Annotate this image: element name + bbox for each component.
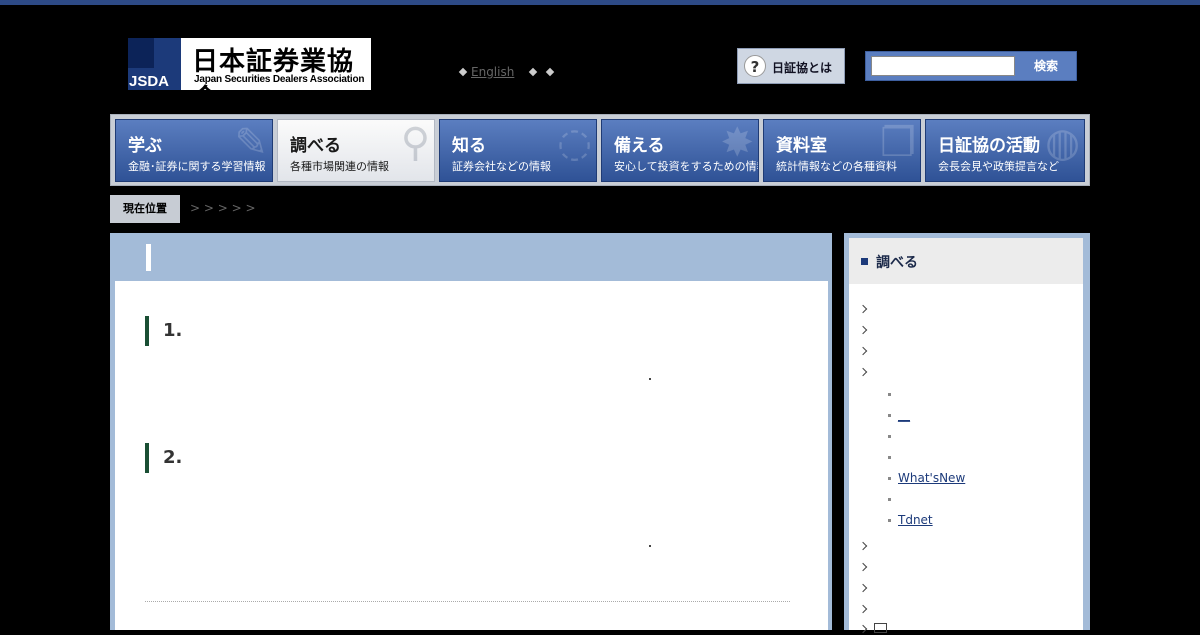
sidebar-item[interactable] [858,580,868,594]
chevron-right-icon [858,541,868,551]
sidebar-subitem[interactable] [888,492,898,506]
new-window-icon [874,623,887,633]
bullet-icon [458,67,468,77]
nav-item-subtitle: 安心して投資をするための情報 [614,160,759,173]
nav-item-subtitle: 金融･証券に関する学習情報 [128,160,266,173]
logo-org-name-en: Japan Securities Dealers Association [194,74,365,85]
sidebar-item[interactable] [858,559,868,573]
language-links: English [458,65,558,79]
sidebar-subitem[interactable] [888,387,898,401]
bullet-icon [528,67,538,77]
nav-item-know[interactable]: ◌ 知る 証券会社などの情報 [439,119,597,182]
nav-item-title: 日証協の活動 [938,136,1040,156]
nav-item-title: 資料室 [776,136,827,156]
sidebar-subitem-whatsnew[interactable]: What'sNew [888,471,965,485]
nav-item-subtitle: 会長会見や政策提言など [938,160,1059,173]
sidebar-item[interactable] [858,538,868,552]
chevron-right-icon [858,562,868,572]
nav-item-subtitle: 各種市場関連の情報 [290,160,389,173]
sidebar-item[interactable] [858,364,868,378]
sidebar-panel: 調べる __ What'sNew Tdnet [849,238,1083,634]
global-nav: ✎ 学ぶ 金融･証券に関する学習情報 ⚲ 調べる 各種市場関連の情報 ◌ 知る … [110,114,1090,186]
nav-item-activities[interactable]: ◍ 日証協の活動 会長会見や政策提言など [925,119,1085,182]
chevron-right-icon [858,624,868,634]
sidebar: 調べる __ What'sNew Tdnet [844,233,1090,634]
bullet-icon [888,498,891,501]
logo-abbr: JSDA [129,73,170,90]
chevron-right-icon [858,346,868,356]
bullet-icon [888,477,891,480]
question-icon: ? [744,55,766,77]
nav-item-title: 備える [614,136,665,156]
sidebar-item[interactable] [858,601,868,615]
breadcrumb-label: 現在位置 [110,195,180,223]
sidebar-subitem[interactable] [888,429,898,443]
logo-mark: JSDA [128,38,181,90]
sidebar-item[interactable] [858,301,868,315]
magnifier-icon: ⚲ [400,120,430,166]
section-heading-2: 2. [145,443,182,473]
nav-item-title: 知る [452,136,486,156]
square-icon [861,258,868,265]
about-jsda-label: 日証協とは [772,61,833,75]
sidebar-subitem[interactable]: __ [888,408,910,422]
tiny-mark [649,378,651,380]
sidebar-subitem-link[interactable]: __ [898,408,910,422]
tiny-mark [649,545,651,547]
search-button[interactable]: 検索 [1016,52,1076,80]
nav-item-title: 学ぶ [128,136,162,156]
nav-item-title: 調べる [290,136,341,156]
nav-item-subtitle: 統計情報などの各種資料 [776,160,897,173]
whatsnew-link[interactable]: What'sNew [898,471,965,485]
sidebar-subitem[interactable] [888,450,898,464]
top-accent-bar [0,0,1200,5]
nav-item-research[interactable]: ⚲ 調べる 各種市場関連の情報 [277,119,435,182]
main-content: 1. 2. [110,233,832,630]
chevron-right-icon [858,583,868,593]
nav-item-prepare[interactable]: ✸ 備える 安心して投資をするための情報 [601,119,759,182]
section-heading-1: 1. [145,316,182,346]
breadcrumb-path[interactable]: > > > > > [190,201,256,215]
chevron-right-icon [858,367,868,377]
divider [145,601,790,602]
page-title-bar [110,233,832,281]
bullet-icon [888,435,891,438]
sidebar-item[interactable] [858,322,868,336]
bullet-icon [545,67,555,77]
sidebar-header: 調べる [849,238,1083,284]
nav-item-learn[interactable]: ✎ 学ぶ 金融･証券に関する学習情報 [115,119,273,182]
nav-item-subtitle: 証券会社などの情報 [452,160,551,173]
site-search: 検索 [865,51,1077,81]
sidebar-subitem-tdnet[interactable]: Tdnet [888,513,933,527]
bullet-icon [888,393,891,396]
title-accent [146,244,151,271]
tdnet-link[interactable]: Tdnet [898,513,933,527]
sidebar-item[interactable] [858,343,868,357]
bullet-icon [888,456,891,459]
content-body: 1. 2. [115,281,828,630]
nav-item-library[interactable]: ❐ 資料室 統計情報などの各種資料 [763,119,921,182]
chevron-right-icon [858,604,868,614]
sidebar-title: 調べる [876,255,918,271]
speech-bubble-icon: ◌ [557,120,592,166]
sidebar-item[interactable] [858,621,887,635]
search-input[interactable] [871,56,1015,76]
chevron-right-icon [858,325,868,335]
bullet-icon [888,519,891,522]
english-link[interactable]: English [471,65,514,79]
chevron-right-icon [858,304,868,314]
about-jsda-button[interactable]: ? 日証協とは [737,48,845,84]
jsda-logo[interactable]: JSDA 日本証券業協会 Japan Securities Dealers As… [128,38,371,114]
bullet-icon [888,414,891,417]
